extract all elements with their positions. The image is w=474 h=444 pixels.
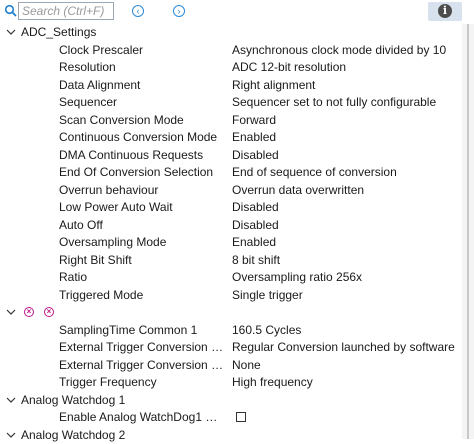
param-name: Sequencer bbox=[59, 94, 226, 111]
param-value[interactable]: Enabled bbox=[232, 234, 276, 251]
param-name: Oversampling Mode bbox=[59, 234, 226, 251]
param-name: External Trigger Conversion Edge bbox=[59, 357, 226, 374]
param-value[interactable]: Overrun data overwritten bbox=[232, 182, 364, 199]
param-row[interactable]: Enable Analog WatchDog1 Mode bbox=[0, 409, 474, 427]
param-value[interactable]: Enabled bbox=[232, 129, 276, 146]
param-value[interactable]: Asynchronous clock mode divided by 10 bbox=[232, 42, 446, 59]
param-name: SamplingTime Common 1 bbox=[59, 322, 226, 339]
group-header-regular-conversion[interactable]: × × bbox=[0, 304, 474, 322]
param-value[interactable]: End of sequence of conversion bbox=[232, 164, 397, 181]
scrollbar-track[interactable] bbox=[467, 24, 469, 439]
group-header-analog-watchdog-1[interactable]: Analog Watchdog 1 bbox=[0, 392, 474, 410]
param-name: Resolution bbox=[59, 59, 226, 76]
chevron-down-icon[interactable] bbox=[5, 24, 17, 41]
param-value[interactable]: 8 bit shift bbox=[232, 252, 280, 269]
param-row[interactable]: Low Power Auto Wait Disabled bbox=[0, 199, 474, 217]
param-value[interactable]: Single trigger bbox=[232, 287, 303, 304]
chevron-right-icon: › bbox=[178, 6, 181, 16]
param-row[interactable]: Oversampling Mode Enabled bbox=[0, 234, 474, 252]
param-row[interactable]: Sequencer Sequencer set to not fully con… bbox=[0, 94, 474, 112]
param-value[interactable]: Forward bbox=[232, 112, 276, 129]
group-header-analog-watchdog-2[interactable]: Analog Watchdog 2 bbox=[0, 427, 474, 444]
group-label: ADC_Settings bbox=[21, 24, 96, 41]
param-value[interactable]: Sequencer set to not fully configurable bbox=[232, 94, 436, 111]
param-value[interactable]: Oversampling ratio 256x bbox=[232, 269, 362, 286]
search-input[interactable] bbox=[18, 2, 114, 20]
param-name: Right Bit Shift bbox=[59, 252, 226, 269]
previous-match-button[interactable]: ‹ bbox=[132, 5, 144, 17]
param-value[interactable]: 160.5 Cycles bbox=[232, 322, 301, 339]
param-name: Clock Prescaler bbox=[59, 42, 226, 59]
toolbar: ‹ › i bbox=[0, 0, 474, 24]
error-icon: × bbox=[24, 307, 34, 317]
chevron-down-icon[interactable] bbox=[5, 392, 17, 409]
param-row[interactable]: Clock Prescaler Asynchronous clock mode … bbox=[0, 42, 474, 60]
next-match-button[interactable]: › bbox=[173, 5, 185, 17]
param-row[interactable]: Triggered Mode Single trigger bbox=[0, 287, 474, 305]
param-value[interactable]: None bbox=[232, 357, 261, 374]
param-value[interactable]: Disabled bbox=[232, 199, 279, 216]
param-row[interactable]: Resolution ADC 12-bit resolution bbox=[0, 59, 474, 77]
chevron-down-icon[interactable] bbox=[5, 427, 17, 444]
param-name: External Trigger Conversion So... bbox=[59, 339, 226, 356]
enable-watchdog1-checkbox[interactable] bbox=[236, 412, 246, 422]
param-name: Overrun behaviour bbox=[59, 182, 226, 199]
param-row[interactable]: Continuous Conversion Mode Enabled bbox=[0, 129, 474, 147]
param-row[interactable]: Auto Off Disabled bbox=[0, 217, 474, 235]
param-name: DMA Continuous Requests bbox=[59, 147, 226, 164]
param-value[interactable]: Disabled bbox=[232, 217, 279, 234]
group-label: Analog Watchdog 2 bbox=[21, 427, 125, 444]
param-value[interactable]: Regular Conversion launched by software bbox=[232, 339, 455, 356]
param-name: Auto Off bbox=[59, 217, 226, 234]
search-icon bbox=[4, 4, 18, 18]
param-row[interactable]: Overrun behaviour Overrun data overwritt… bbox=[0, 182, 474, 200]
param-row[interactable]: End Of Conversion Selection End of seque… bbox=[0, 164, 474, 182]
info-button[interactable]: i bbox=[428, 2, 462, 21]
param-row[interactable]: Trigger Frequency High frequency bbox=[0, 374, 474, 392]
param-name: End Of Conversion Selection bbox=[59, 164, 226, 181]
param-name: Trigger Frequency bbox=[59, 374, 226, 391]
param-row[interactable]: DMA Continuous Requests Disabled bbox=[0, 147, 474, 165]
param-name: Enable Analog WatchDog1 Mode bbox=[59, 409, 226, 426]
param-value[interactable]: Disabled bbox=[232, 147, 279, 164]
param-row[interactable]: Data Alignment Right alignment bbox=[0, 77, 474, 95]
param-row[interactable]: Ratio Oversampling ratio 256x bbox=[0, 269, 474, 287]
param-value[interactable]: ADC 12-bit resolution bbox=[232, 59, 346, 76]
param-row[interactable]: Right Bit Shift 8 bit shift bbox=[0, 252, 474, 270]
vertical-scrollbar[interactable] bbox=[462, 24, 474, 439]
param-row[interactable]: Scan Conversion Mode Forward bbox=[0, 112, 474, 130]
param-name: Scan Conversion Mode bbox=[59, 112, 226, 129]
param-name: Low Power Auto Wait bbox=[59, 199, 226, 216]
param-row[interactable]: External Trigger Conversion Edge None bbox=[0, 357, 474, 375]
param-name: Ratio bbox=[59, 269, 226, 286]
parameter-tree: ADC_Settings Clock Prescaler Asynchronou… bbox=[0, 24, 474, 439]
param-row[interactable]: External Trigger Conversion So... Regula… bbox=[0, 339, 474, 357]
param-name: Data Alignment bbox=[59, 77, 226, 94]
param-name: Triggered Mode bbox=[59, 287, 226, 304]
param-name: Continuous Conversion Mode bbox=[59, 129, 226, 146]
error-icon: × bbox=[44, 307, 54, 317]
chevron-left-icon: ‹ bbox=[137, 6, 140, 16]
param-value[interactable]: Right alignment bbox=[232, 77, 315, 94]
param-row[interactable]: SamplingTime Common 1 160.5 Cycles bbox=[0, 322, 474, 340]
group-header-adc-settings[interactable]: ADC_Settings bbox=[0, 24, 474, 42]
param-value[interactable]: High frequency bbox=[232, 374, 313, 391]
group-label: Analog Watchdog 1 bbox=[21, 392, 125, 409]
info-icon: i bbox=[438, 4, 452, 18]
chevron-down-icon[interactable] bbox=[5, 304, 17, 321]
